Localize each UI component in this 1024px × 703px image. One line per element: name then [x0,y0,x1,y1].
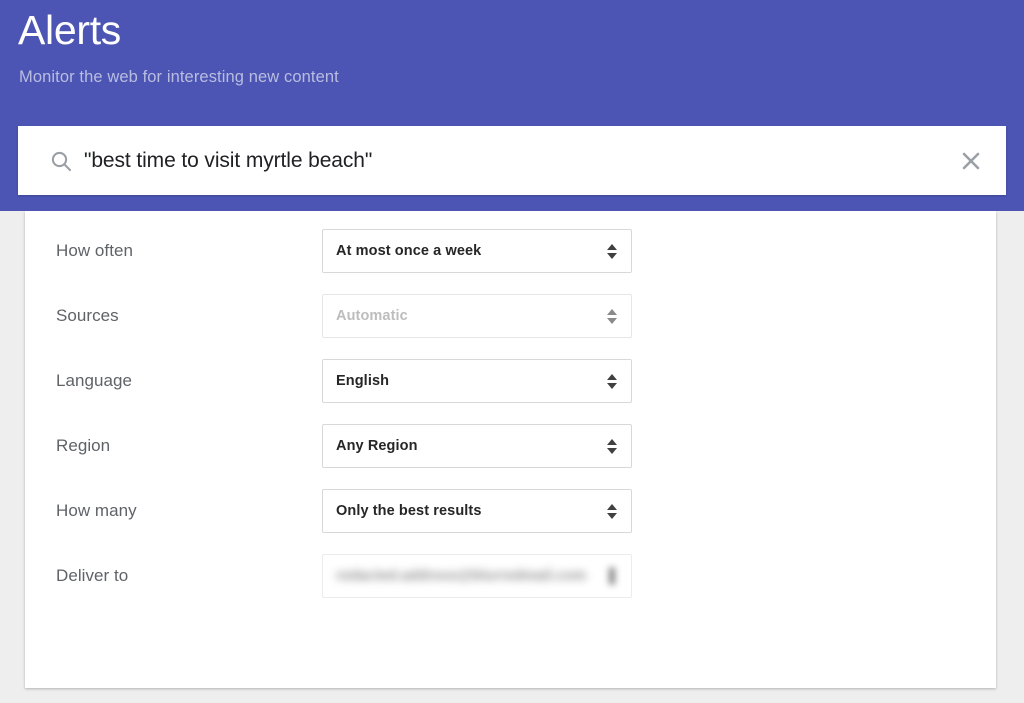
how-often-select[interactable]: At most once a week [322,229,632,273]
option-row-how-many: How many Only the best results [25,489,996,533]
option-row-deliver-to: Deliver to redacted.address@blurredmail.… [25,554,996,598]
language-value: English [336,373,390,389]
chevron-updown-icon [606,371,617,391]
close-icon[interactable] [952,142,990,180]
option-control-how-often: At most once a week [322,229,632,273]
option-row-sources: Sources Automatic [25,294,996,338]
chevron-updown-icon [609,567,615,585]
language-select[interactable]: English [322,359,632,403]
option-label-how-often: How often [56,241,133,260]
option-control-deliver-to: redacted.address@blurredmail.com [322,554,632,598]
option-label-how-many: How many [56,501,137,520]
app-header: Alerts Monitor the web for interesting n… [0,0,1024,211]
option-row-language: Language English [25,359,996,403]
deliver-to-value: redacted.address@blurredmail.com [336,568,587,584]
how-many-value: Only the best results [336,503,482,519]
alert-options-card: How often At most once a week Sources Au… [25,211,996,688]
chevron-updown-icon [606,436,617,456]
option-row-how-often: How often At most once a week [25,229,996,273]
option-control-language: English [322,359,632,403]
page-title: Alerts [18,7,122,53]
option-control-how-many: Only the best results [322,489,632,533]
region-value: Any Region [336,438,418,454]
option-label-language: Language [56,371,133,390]
search-icon [48,148,74,174]
option-control-region: Any Region [322,424,632,468]
sources-select[interactable]: Automatic [322,294,632,338]
search-input[interactable] [84,126,964,195]
option-row-region: Region Any Region [25,424,996,468]
page-subtitle: Monitor the web for interesting new cont… [19,68,339,86]
how-many-select[interactable]: Only the best results [322,489,632,533]
how-often-value: At most once a week [336,243,482,259]
chevron-updown-icon [606,241,617,261]
option-label-sources: Sources [56,306,119,325]
search-box[interactable] [18,126,1006,195]
option-label-deliver-to: Deliver to [56,566,129,585]
chevron-updown-icon [606,306,617,326]
option-label-region: Region [56,436,111,455]
sources-value: Automatic [336,308,408,324]
deliver-to-select[interactable]: redacted.address@blurredmail.com [322,554,632,598]
chevron-updown-icon [606,501,617,521]
region-select[interactable]: Any Region [322,424,632,468]
option-control-sources: Automatic [322,294,632,338]
